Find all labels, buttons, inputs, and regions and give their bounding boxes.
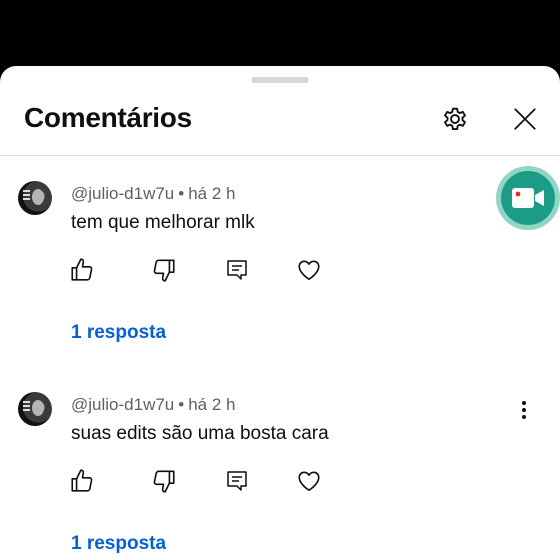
close-button[interactable] bbox=[505, 99, 545, 139]
comment-actions bbox=[60, 461, 360, 501]
dislike-button[interactable] bbox=[142, 461, 186, 501]
reply-button[interactable] bbox=[215, 461, 259, 501]
replies-link[interactable]: 1 resposta bbox=[71, 322, 166, 344]
comment-time: há 2 h bbox=[188, 184, 236, 203]
comment-text: tem que melhorar mlk bbox=[71, 212, 255, 233]
page-title: Comentários bbox=[24, 102, 192, 133]
heart-icon bbox=[298, 471, 320, 492]
more-vertical-icon bbox=[522, 401, 526, 419]
comments-header: Comentários bbox=[0, 66, 560, 156]
header-divider bbox=[0, 155, 560, 156]
comment-actions bbox=[60, 250, 360, 290]
thumbs-up-icon bbox=[71, 258, 93, 281]
reply-comment-icon bbox=[227, 260, 247, 280]
thumbs-down-icon bbox=[153, 470, 175, 493]
thumbs-down-icon bbox=[153, 259, 175, 282]
comment-text: suas edits são uma bosta cara bbox=[71, 423, 329, 444]
avatar[interactable] bbox=[18, 181, 52, 215]
like-button[interactable] bbox=[60, 250, 104, 290]
avatar[interactable] bbox=[18, 392, 52, 426]
close-icon bbox=[514, 108, 536, 130]
thumbs-up-icon bbox=[71, 469, 93, 492]
more-options-button[interactable] bbox=[508, 394, 540, 426]
heart-button[interactable] bbox=[287, 250, 331, 290]
comment-meta: @julio-d1w7u • há 2 h bbox=[71, 395, 235, 415]
meta-separator: • bbox=[178, 184, 185, 203]
comment-meta: @julio-d1w7u • há 2 h bbox=[71, 184, 235, 204]
replies-link[interactable]: 1 resposta bbox=[71, 533, 166, 555]
reply-button[interactable] bbox=[215, 250, 259, 290]
meta-separator: • bbox=[178, 395, 185, 414]
comment-time: há 2 h bbox=[188, 395, 236, 414]
heart-icon bbox=[298, 260, 320, 281]
comment-author[interactable]: @julio-d1w7u bbox=[71, 395, 174, 414]
heart-button[interactable] bbox=[287, 461, 331, 501]
settings-button[interactable] bbox=[435, 99, 475, 139]
like-button[interactable] bbox=[60, 461, 104, 501]
reply-comment-icon bbox=[227, 471, 247, 491]
video-camera-icon bbox=[512, 188, 544, 208]
comments-sheet: Comentários @julio-d1w7u • há 2 h tem que … bbox=[0, 66, 560, 560]
screen-recorder-button[interactable] bbox=[496, 166, 560, 230]
comment-author[interactable]: @julio-d1w7u bbox=[71, 184, 174, 203]
dislike-button[interactable] bbox=[142, 250, 186, 290]
gear-icon bbox=[444, 107, 466, 130]
